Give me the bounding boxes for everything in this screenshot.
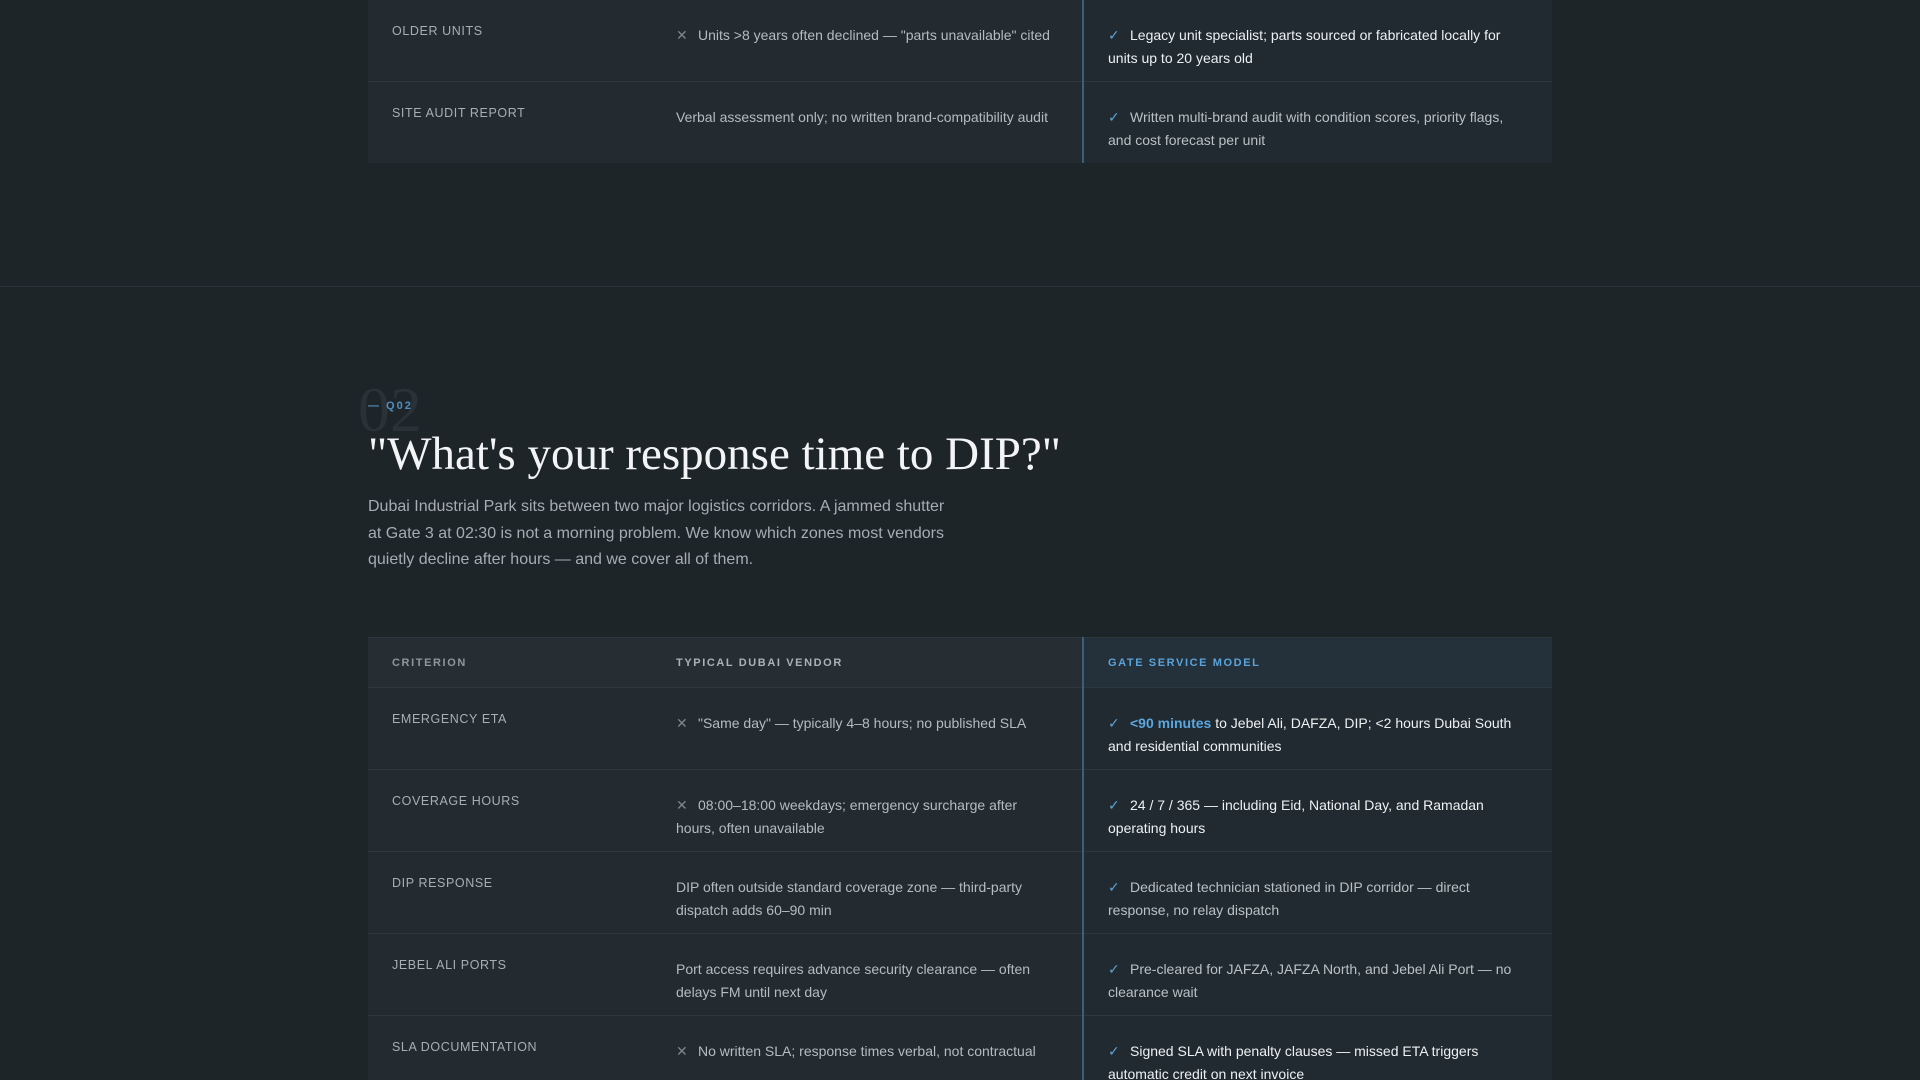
check-icon: ✓ [1108,109,1120,125]
gate-text: ✓ Signed SLA with penalty clauses — misse… [1084,1016,1552,1080]
gate-value: 24 / 7 / 365 — including Eid, National D… [1108,797,1484,836]
x-icon: ✕ [676,715,688,731]
x-icon: ✕ [676,1043,688,1059]
gate-text: ✓ Written multi-brand audit with conditio… [1084,82,1552,151]
criterion-cell: JEBEL ALI PORTS [368,933,676,1016]
section-title: "What's your response time to DIP?" [368,428,1061,480]
header-gate: GATE SERVICE MODEL [1082,637,1552,688]
section-divider [0,286,1920,287]
vendor-cell: ✕ 08:00–18:00 weekdays; emergency surchar… [676,769,1083,852]
table-header-row: CRITERION TYPICAL DUBAI VENDOR GATE SERV… [368,637,1552,688]
gate-cell: ✓ 24 / 7 / 365 — including Eid, National … [1082,769,1552,852]
vendor-text: ✕ "Same day" — typically 4–8 hours; no pu… [676,688,1082,735]
previous-comparison-table: OLDER UNITS ✕ Units >8 years often declin… [368,0,1552,163]
gate-value: Written multi-brand audit with condition… [1108,109,1504,148]
vendor-cell: Port access requires advance security cl… [676,933,1083,1016]
criterion-label: COVERAGE HOURS [392,794,520,808]
vendor-cell: ✕ "Same day" — typically 4–8 hours; no pu… [676,687,1083,770]
check-icon: ✓ [1108,715,1120,731]
criterion-label: SLA DOCUMENTATION [392,1040,538,1054]
table-row: COVERAGE HOURS ✕ 08:00–18:00 weekdays; em… [368,769,1552,852]
gate-cell: ✓ Pre-cleared for JAFZA, JAFZA North, and… [1082,933,1552,1016]
check-icon: ✓ [1108,1043,1120,1059]
response-time-table: CRITERION TYPICAL DUBAI VENDOR GATE SERV… [368,637,1552,1080]
check-icon: ✓ [1108,27,1120,43]
gate-cell: ✓ Legacy unit specialist; parts sourced o… [1082,0,1552,82]
vendor-text: ✕ No written SLA; response times verbal, … [676,1016,1082,1063]
gate-text: ✓ Legacy unit specialist; parts sourced o… [1084,0,1552,69]
gate-cell: ✓ Dedicated technician stationed in DIP c… [1082,851,1552,934]
vendor-cell: DIP often outside standard coverage zone… [676,851,1083,934]
gate-value: Dedicated technician stationed in DIP co… [1108,879,1470,918]
criterion-label: EMERGENCY ETA [392,712,507,726]
gate-cell: ✓ Written multi-brand audit with conditio… [1082,81,1552,163]
page: OLDER UNITS ✕ Units >8 years often declin… [0,0,1920,1080]
gate-cell: ✓ <90 minutes to Jebel Ali, DAFZA, DIP; <… [1082,687,1552,770]
vendor-value: 08:00–18:00 weekdays; emergency surcharg… [676,797,1018,836]
vendor-cell: ✕ No written SLA; response times verbal, … [676,1015,1083,1080]
gate-text: ✓ Dedicated technician stationed in DIP c… [1084,852,1552,921]
gate-value: Signed SLA with penalty clauses — missed… [1108,1043,1479,1080]
vendor-cell: ✕ Units >8 years often declined — "parts … [676,0,1083,82]
section-eyebrow: — Q02 [368,400,413,412]
previous-table: OLDER UNITS ✕ Units >8 years often declin… [368,0,1552,163]
vendor-value: Verbal assessment only; no written brand… [676,109,1048,125]
criterion-cell: EMERGENCY ETA [368,687,676,770]
vendor-text: ✕ 08:00–18:00 weekdays; emergency surchar… [676,770,1082,839]
vendor-value: No written SLA; response times verbal, n… [698,1043,1036,1059]
check-icon: ✓ [1108,961,1120,977]
criterion-cell: DIP RESPONSE [368,851,676,934]
x-icon: ✕ [676,797,688,813]
vendor-value: "Same day" — typically 4–8 hours; no pub… [698,715,1027,731]
criterion-label: JEBEL ALI PORTS [392,958,507,972]
criterion-cell: SITE AUDIT REPORT [368,81,676,163]
vendor-text: Port access requires advance security cl… [676,934,1082,1003]
table-row: SITE AUDIT REPORT Verbal assessment only… [368,81,1552,163]
criterion-cell: COVERAGE HOURS [368,769,676,852]
vendor-value: DIP often outside standard coverage zone… [676,879,1023,918]
vendor-text: DIP often outside standard coverage zone… [676,852,1082,921]
criterion-cell: SLA DOCUMENTATION [368,1015,676,1080]
vendor-text: ✕ Units >8 years often declined — "parts … [676,0,1082,47]
table-row: SLA DOCUMENTATION ✕ No written SLA; respo… [368,1015,1552,1080]
section-intro: Dubai Industrial Park sits between two m… [368,498,945,568]
gate-value: Legacy unit specialist; parts sourced or… [1108,27,1501,66]
gate-value: Pre-cleared for JAFZA, JAFZA North, and … [1108,961,1512,1000]
vendor-value: Units >8 years often declined — "parts u… [698,27,1050,43]
vendor-text: Verbal assessment only; no written brand… [676,82,1082,129]
comparison-table: CRITERION TYPICAL DUBAI VENDOR GATE SERV… [368,637,1552,1080]
criterion-cell: OLDER UNITS [368,0,676,82]
vendor-cell: Verbal assessment only; no written brand… [676,81,1083,163]
vendor-value: Port access requires advance security cl… [676,961,1031,1000]
criterion-label: SITE AUDIT REPORT [392,106,526,120]
check-icon: ✓ [1108,797,1120,813]
x-icon: ✕ [676,27,688,43]
table-row: EMERGENCY ETA ✕ "Same day" — typically 4–… [368,687,1552,770]
gate-text: ✓ Pre-cleared for JAFZA, JAFZA North, and… [1084,934,1552,1003]
check-icon: ✓ [1108,879,1120,895]
header-criterion: CRITERION [368,637,676,688]
table-row: OLDER UNITS ✕ Units >8 years often declin… [368,0,1552,82]
eta-highlight: <90 minutes [1130,715,1212,731]
header-vendor: TYPICAL DUBAI VENDOR [676,637,1083,688]
gate-text: ✓ 24 / 7 / 365 — including Eid, National … [1084,770,1552,839]
gate-cell: ✓ Signed SLA with penalty clauses — misse… [1082,1015,1552,1080]
criterion-label: DIP RESPONSE [392,876,493,890]
table-row: DIP RESPONSE DIP often outside standard … [368,851,1552,934]
criterion-label: OLDER UNITS [392,24,483,38]
table-row: JEBEL ALI PORTS Port access requires adv… [368,933,1552,1016]
gate-text: ✓ <90 minutes to Jebel Ali, DAFZA, DIP; <… [1084,688,1552,757]
